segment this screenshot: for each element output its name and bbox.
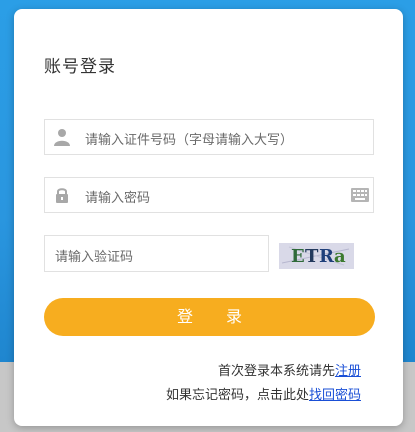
keyboard-icon[interactable] (351, 188, 369, 202)
captcha-image[interactable]: E T R a (279, 243, 354, 269)
login-title: 账号登录 (44, 57, 116, 77)
id-number-placeholder: 请输入证件号码（字母请输入大写） (85, 133, 294, 148)
lock-icon (56, 188, 68, 203)
first-login-text: 首次登录本系统请先 (217, 364, 335, 379)
login-card: 账号登录 请输入证件号码（字母请输入大写） 请输入密码 请输入验证码 E T R… (14, 9, 403, 426)
id-number-field[interactable]: 请输入证件号码（字母请输入大写） (44, 119, 374, 155)
user-icon (54, 129, 70, 146)
captcha-field[interactable]: 请输入验证码 (44, 235, 269, 272)
captcha-char-1: E (291, 246, 305, 267)
captcha-char-4: a (334, 246, 346, 267)
captcha-placeholder: 请输入验证码 (55, 250, 134, 265)
captcha-char-2: T (305, 246, 319, 267)
register-line: 首次登录本系统请先注册 (218, 360, 361, 379)
captcha-char-3: R (319, 246, 334, 267)
login-button[interactable]: 登 录 (44, 298, 375, 336)
password-field[interactable]: 请输入密码 (44, 177, 374, 213)
forgot-text: 如果忘记密码，点击此处 (165, 388, 309, 403)
password-placeholder: 请输入密码 (85, 191, 151, 206)
forgot-line: 如果忘记密码，点击此处找回密码 (166, 384, 361, 403)
register-link[interactable]: 注册 (335, 364, 361, 379)
recover-password-link[interactable]: 找回密码 (309, 388, 361, 403)
